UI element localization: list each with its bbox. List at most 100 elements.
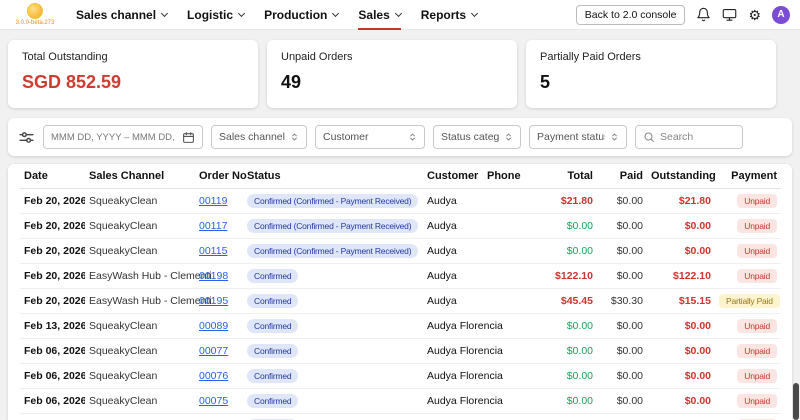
summary-card-partially-paid-orders: Partially Paid Orders 5 [526,40,776,108]
app-logo[interactable]: 3.0.0-beta.273 [10,3,60,26]
cell-status: Confirmed [243,363,423,389]
cell-paid: $0.00 [597,263,647,289]
status-badge: Confirmed (Confirmed - Payment Received) [247,219,419,233]
cell-outstanding: $0.00 [647,363,715,389]
filter-bar: Sales channel Customer Status category Paym… [8,118,792,156]
filter-select-sales-channel[interactable]: Sales channel [211,125,307,149]
cell-paid: $0.00 [597,338,647,364]
date-range-field[interactable] [51,131,177,143]
cell-sales-channel: SqueakyClean [85,338,195,364]
cell-phone [483,288,537,314]
back-to-console-button[interactable]: Back to 2.0 console [575,4,686,25]
cell-payment: Unpaid [715,388,781,414]
cell-customer: Audya [423,238,483,264]
filter-select-status-category[interactable]: Status category [433,125,521,149]
order-number-link[interactable]: 00089 [199,320,228,332]
cell-date: Feb 06, 2026 [20,363,85,389]
filter-select-payment-status[interactable]: Payment status [529,125,627,149]
app-version: 3.0.0-beta.273 [15,20,55,26]
cell-sales-channel: SqueakyClean [85,238,195,264]
cell-total: $0.00 [537,313,597,339]
nav-item-sales[interactable]: Sales [358,0,402,30]
cell-payment: Unpaid [715,213,781,239]
cell-outstanding: $21.80 [647,188,715,214]
cell-order-no: 00076 [195,363,243,389]
cell-payment: Unpaid [715,263,781,289]
cell-date: Feb 20, 2026 [20,238,85,264]
cell-order-no: 00089 [195,313,243,339]
cell-date: Feb 20, 2026 [20,288,85,314]
cell-total: $122.10 [537,263,597,289]
table-row: Feb 20, 2026 EasyWash Hub - Clementi 00198… [20,263,781,289]
order-number-link[interactable]: 00198 [199,270,228,282]
nav-item-sales-channel[interactable]: Sales channel [76,0,169,30]
cell-outstanding: $0.00 [647,238,715,264]
column-header-sales-channel: Sales Channel [85,164,195,189]
cell-status: Confirmed [243,313,423,339]
display-monitor-icon[interactable] [722,7,737,22]
select-value: Payment status [537,131,605,143]
nav-item-label: Sales channel [76,7,157,22]
cell-status: Confirmed [243,263,423,289]
cell-status: Confirmed (Confirmed - Payment Received) [243,238,423,264]
table-row: Feb 20, 2026 SqueakyClean 00115 Confirmed (… [20,238,781,264]
filter-select-customer[interactable]: Customer [315,125,425,149]
payment-status-badge: Unpaid [737,219,777,233]
cell-sales-channel: SqueakyClean [85,213,195,239]
cell-order-no: 00195 [195,288,243,314]
status-badge: Confirmed [247,344,299,358]
cell-customer: Audya [423,213,483,239]
cell-paid: $0.00 [597,213,647,239]
cell-payment: Unpaid [715,313,781,339]
order-number-link[interactable]: 00115 [199,245,227,257]
status-badge: Confirmed [247,394,299,408]
cell-outstanding: $0.00 [647,413,715,420]
payment-status-badge: Unpaid [737,319,777,333]
cell-order-no: 00119 [195,188,243,214]
status-badge: Confirmed (Confirmed - Payment Received) [247,244,419,258]
cell-outstanding: $15.15 [647,288,715,314]
calendar-icon [182,131,195,144]
cell-customer: Audya [423,188,483,214]
chevron-down-icon [238,9,246,17]
page-body: Total Outstanding SGD 852.59 Unpaid Orders… [0,30,800,420]
cell-total: $0.00 [537,388,597,414]
search-input[interactable] [660,131,735,143]
summary-cards: Total Outstanding SGD 852.59 Unpaid Orders… [8,40,792,108]
cell-outstanding: $0.00 [647,338,715,364]
order-number-link[interactable]: 00119 [199,195,227,207]
notifications-bell-icon[interactable] [696,7,711,22]
table-row: Feb 06, 2026 SqueakyClean 00076 Confirmed Au… [20,363,781,389]
cell-outstanding: $0.00 [647,213,715,239]
date-range-input[interactable] [43,125,203,149]
orders-table-card: Date Sales Channel Order No Status Customer P… [8,164,792,420]
cell-phone [483,188,537,214]
filter-settings-icon[interactable] [18,129,35,146]
order-number-link[interactable]: 00117 [199,220,227,232]
nav-item-production[interactable]: Production [264,0,340,30]
search-box[interactable] [635,125,743,149]
order-number-link[interactable]: 00195 [199,295,228,307]
nav-item-reports[interactable]: Reports [421,0,479,30]
table-row: Feb 06, 2026 SqueakyClean 00075 Confirmed Au… [20,388,781,414]
column-header-outstanding: Outstanding [647,164,716,189]
cell-total: $45.45 [537,288,597,314]
select-value: Customer [323,131,369,143]
card-label: Partially Paid Orders [540,51,641,63]
user-avatar[interactable]: A [772,5,790,24]
column-header-date: Date [20,164,85,189]
nav-item-logistic[interactable]: Logistic [187,0,246,30]
cell-payment: Unpaid [715,238,781,264]
card-label: Unpaid Orders [281,51,353,63]
order-number-link[interactable]: 00076 [199,370,228,382]
order-number-link[interactable]: 00077 [199,345,228,357]
vertical-scrollbar-thumb[interactable] [793,383,799,420]
cell-status: Confirmed [243,288,423,314]
card-value: 49 [281,72,302,92]
cell-order-no: 00075 [195,388,243,414]
cell-phone [483,263,537,289]
nav-item-label: Production [264,7,328,22]
settings-gear-icon[interactable]: ⚙ [748,8,761,22]
order-number-link[interactable]: 00075 [199,395,228,407]
nav-item-label: Sales [358,7,390,22]
